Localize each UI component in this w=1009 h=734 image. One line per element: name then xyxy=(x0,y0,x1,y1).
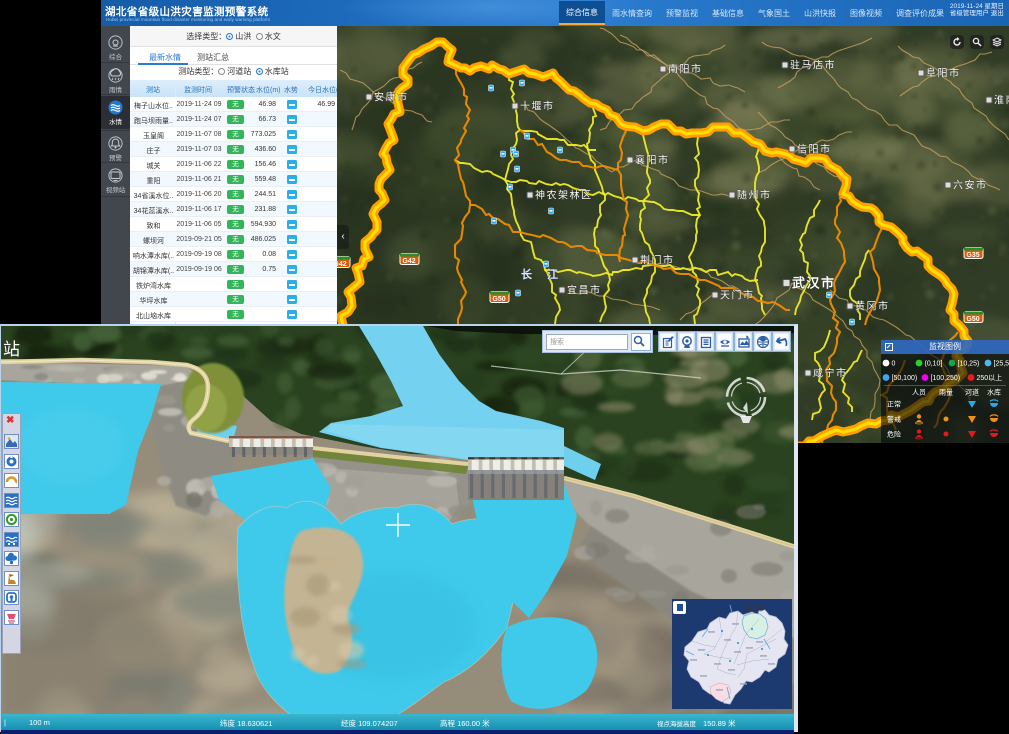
svg-text:G42: G42 xyxy=(337,261,347,268)
svg-text:[100,250): [100,250) xyxy=(931,375,961,382)
svg-text:武汉市: 武汉市 xyxy=(792,276,836,291)
svg-text:咸宁市: 咸宁市 xyxy=(813,367,848,380)
svg-text:人员: 人员 xyxy=(912,389,926,397)
svg-text:宜昌市: 宜昌市 xyxy=(567,284,602,297)
svg-text:信阳市: 信阳市 xyxy=(797,143,832,156)
svg-text:天门市: 天门市 xyxy=(720,289,755,302)
svg-text:水库: 水库 xyxy=(987,388,1001,397)
svg-text:危险: 危险 xyxy=(887,430,901,439)
svg-text:荆门市: 荆门市 xyxy=(640,254,675,267)
svg-text:长 江: 长 江 xyxy=(521,267,564,281)
svg-text:G50: G50 xyxy=(492,296,505,303)
svg-text:南阳市: 南阳市 xyxy=(668,63,703,76)
svg-text:G42: G42 xyxy=(402,258,415,265)
svg-text:[10,25): [10,25) xyxy=(958,361,980,368)
svg-text:站: 站 xyxy=(3,340,20,359)
svg-text:黄冈市: 黄冈市 xyxy=(855,300,890,313)
svg-text:阜阳市: 阜阳市 xyxy=(926,67,961,80)
svg-text:G50: G50 xyxy=(966,316,979,323)
svg-text:安康市: 安康市 xyxy=(374,91,409,104)
svg-text:250以上: 250以上 xyxy=(977,373,1003,382)
svg-text:六安市: 六安市 xyxy=(953,179,988,192)
svg-text:警戒: 警戒 xyxy=(887,415,901,424)
svg-text:正常: 正常 xyxy=(887,400,901,409)
svg-text:神农架林区: 神农架林区 xyxy=(535,189,593,202)
svg-text:淮南: 淮南 xyxy=(994,94,1009,107)
svg-text:十堰市: 十堰市 xyxy=(520,100,555,113)
svg-text:[25,50: [25,50 xyxy=(994,361,1009,368)
svg-text:[50,100): [50,100) xyxy=(892,375,918,382)
svg-text:(0,10]: (0,10] xyxy=(925,361,943,368)
svg-text:驻马店市: 驻马店市 xyxy=(790,59,836,72)
svg-text:襄阳市: 襄阳市 xyxy=(635,154,670,167)
svg-text:0: 0 xyxy=(892,361,896,368)
svg-text:随州市: 随州市 xyxy=(737,189,772,202)
svg-text:河道: 河道 xyxy=(965,388,979,397)
svg-text:海口市: 海口市 xyxy=(746,605,764,613)
svg-text:雨量: 雨量 xyxy=(939,389,953,397)
svg-text:G35: G35 xyxy=(966,252,979,259)
